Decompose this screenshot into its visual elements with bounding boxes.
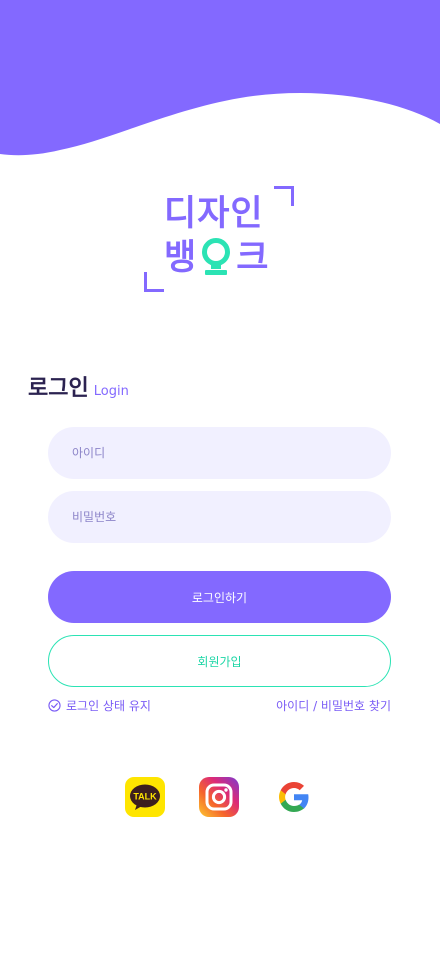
id-input[interactable] (48, 427, 391, 479)
kakao-talk-label: TALK (133, 792, 157, 802)
header-wave-background (0, 0, 440, 156)
app-logo: 디자인 뱅 크 (140, 182, 300, 300)
logo-text-line2: 뱅 크 (164, 236, 268, 280)
logo-syllable-right: 크 (236, 238, 269, 278)
password-input[interactable] (48, 491, 391, 543)
login-heading: 로그인 Login (28, 370, 129, 402)
logo-bracket-top-right (274, 186, 294, 206)
check-circle-icon (48, 699, 61, 712)
kakao-icon[interactable]: TALK (125, 777, 165, 817)
login-title: 로그인 (28, 376, 89, 401)
logo-text-line1: 디자인 (164, 194, 264, 234)
signup-button[interactable]: 회원가입 (48, 635, 391, 687)
google-icon[interactable] (274, 777, 314, 817)
lightbulb-icon (202, 238, 231, 275)
keep-login-label: 로그인 상태 유지 (66, 699, 151, 713)
instagram-icon[interactable] (199, 777, 239, 817)
logo-bracket-bottom-left (144, 272, 164, 292)
logo-syllable-left: 뱅 (164, 238, 197, 278)
find-account-link[interactable]: 아이디 / 비밀번호 찾기 (276, 697, 391, 714)
login-button[interactable]: 로그인하기 (48, 571, 391, 623)
login-title-en: Login (93, 384, 129, 399)
keep-login-toggle[interactable]: 로그인 상태 유지 (48, 697, 151, 714)
